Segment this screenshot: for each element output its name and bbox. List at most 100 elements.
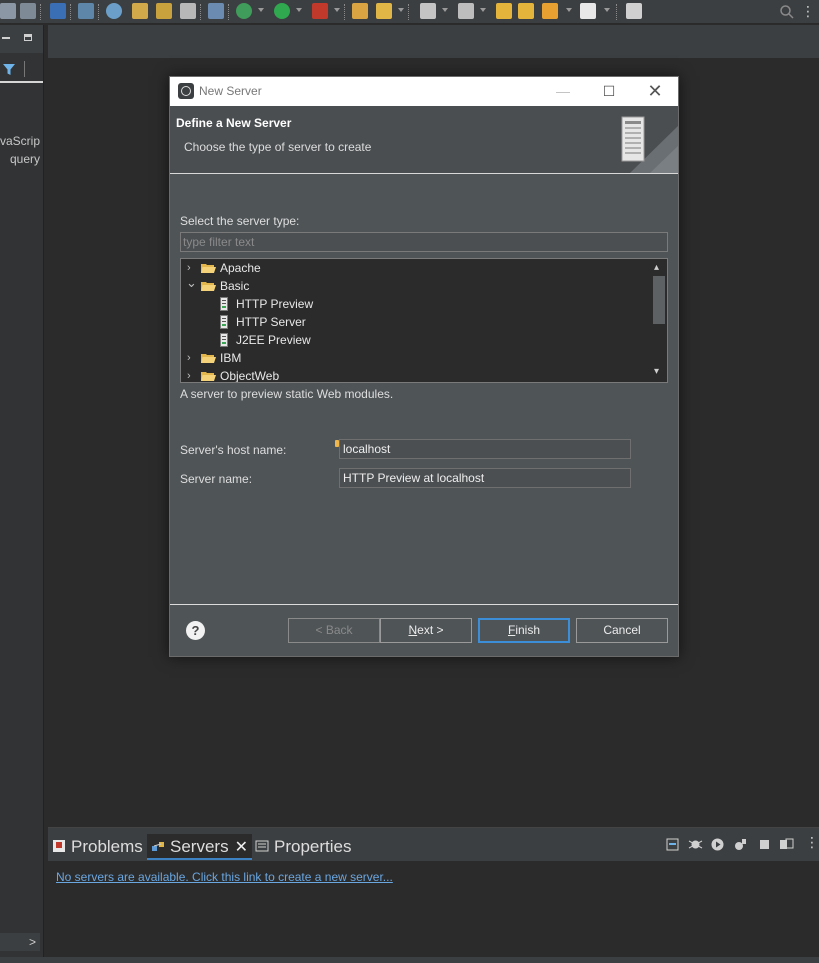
maximize-button[interactable]: ☐ [586, 77, 632, 106]
back-button[interactable]: < Back [288, 618, 380, 643]
help-icon[interactable]: ? [186, 621, 205, 640]
toolbar-separator [344, 4, 346, 20]
run-icon[interactable] [274, 3, 290, 19]
tab-problems[interactable]: Problems [52, 834, 143, 860]
stop-server-icon[interactable] [757, 837, 772, 852]
save-all-icon[interactable] [0, 3, 16, 19]
terminal-icon[interactable] [50, 3, 66, 19]
finish-button[interactable]: Finish [478, 618, 570, 643]
forward-dropdown-icon[interactable] [604, 8, 610, 12]
bottom-view: Problems Servers ✕ Properties ⋮ No server… [48, 827, 819, 957]
back-dropdown-icon[interactable] [566, 8, 572, 12]
annotation-dropdown-icon[interactable] [442, 8, 448, 12]
debug-server-icon[interactable] [688, 837, 703, 852]
pencil-icon[interactable] [376, 3, 392, 19]
external-tools-icon[interactable] [312, 3, 328, 19]
search-icon[interactable] [78, 3, 94, 19]
globe-icon[interactable] [106, 3, 122, 19]
back-arrow-icon[interactable] [542, 3, 558, 19]
tree-item-j2ee-preview[interactable]: J2EE Preview [181, 331, 651, 349]
view-menu-icon[interactable]: ⋮ [805, 834, 819, 850]
tab-properties-label: Properties [274, 837, 352, 856]
server-banner-icon [621, 116, 678, 173]
save-icon[interactable] [20, 3, 36, 19]
eclipse-icon [178, 83, 194, 99]
tree-item-http-server[interactable]: HTTP Server [181, 313, 651, 331]
collapse-all-icon[interactable] [665, 837, 680, 852]
expand-icon[interactable]: › [187, 349, 197, 367]
tree-item-label: IBM [220, 351, 242, 365]
new-file-icon[interactable] [180, 3, 196, 19]
annotation-icon[interactable] [420, 3, 436, 19]
folder-icon [201, 372, 216, 381]
perspective-icon[interactable] [626, 3, 642, 19]
last-edit-icon[interactable] [496, 3, 512, 19]
cancel-button[interactable]: Cancel [576, 618, 668, 643]
run-config-icon[interactable] [208, 3, 224, 19]
create-server-link[interactable]: No servers are available. Click this lin… [56, 870, 393, 884]
forward-arrow-icon[interactable] [580, 3, 596, 19]
expand-icon[interactable]: › [187, 367, 197, 382]
main-toolbar: ⋮ [0, 0, 819, 24]
pencil-dropdown-icon[interactable] [398, 8, 404, 12]
next-annotation-icon[interactable] [458, 3, 474, 19]
collapse-icon[interactable]: ⌄ [186, 274, 197, 292]
toolbar-separator [70, 4, 72, 20]
filter-icon[interactable] [2, 63, 16, 76]
search-icon[interactable] [779, 4, 795, 20]
button-label: ext > [417, 623, 444, 637]
new-server-dialog: New Server — ☐ ✕ Define a New Server Cho… [169, 76, 679, 657]
scrollbar-thumb[interactable] [653, 276, 665, 324]
divider [24, 61, 25, 77]
host-name-field[interactable]: localhost [339, 439, 631, 459]
next-annotation-dropdown-icon[interactable] [480, 8, 486, 12]
publish-icon[interactable] [779, 837, 794, 852]
scroll-up-icon[interactable]: ▴ [654, 262, 659, 273]
toolbar-more-icon[interactable]: ⋮ [801, 3, 815, 19]
minimize-icon[interactable] [2, 37, 10, 39]
scroll-down-icon[interactable]: ▾ [654, 366, 659, 377]
tree-item-label: HTTP Server [236, 315, 306, 329]
problems-icon [53, 840, 65, 852]
tree-item-basic[interactable]: ⌄ Basic [181, 274, 651, 295]
forward-edit-icon[interactable] [518, 3, 534, 19]
next-button[interactable]: Next > [380, 618, 472, 643]
tree-item-objectweb[interactable]: › ObjectWeb [181, 367, 651, 383]
tree-item[interactable]: query [10, 152, 40, 166]
view-tab-bar: Problems Servers ✕ Properties ⋮ [48, 828, 819, 861]
new-class-icon[interactable] [156, 3, 172, 19]
dialog-titlebar[interactable]: New Server — ☐ ✕ [170, 77, 678, 106]
toolbar-separator [408, 4, 410, 20]
wizard-header: Define a New Server Choose the type of s… [170, 106, 678, 174]
debug-dropdown-icon[interactable] [258, 8, 264, 12]
tab-properties[interactable]: Properties [255, 834, 351, 860]
properties-icon [255, 840, 269, 852]
folder-icon [201, 264, 216, 273]
profile-server-icon[interactable] [733, 837, 748, 852]
close-icon[interactable]: ✕ [235, 839, 248, 856]
tree-item-apache[interactable]: › Apache [181, 259, 651, 277]
new-project-icon[interactable] [132, 3, 148, 19]
tab-servers[interactable]: Servers ✕ [147, 834, 252, 860]
maximize-icon[interactable] [24, 34, 32, 41]
tree-item[interactable]: avaScrip [0, 134, 40, 148]
open-folder-icon[interactable] [352, 3, 368, 19]
minimize-button[interactable]: — [540, 77, 586, 106]
start-server-icon[interactable] [710, 837, 725, 852]
toolbar-separator [200, 4, 202, 20]
toolbar-separator [616, 4, 618, 20]
run-dropdown-icon[interactable] [296, 8, 302, 12]
debug-icon[interactable] [236, 3, 252, 19]
close-button[interactable]: ✕ [632, 77, 678, 106]
scroll-right-icon[interactable]: > [0, 933, 40, 951]
server-name-field[interactable]: HTTP Preview at localhost [339, 468, 631, 488]
server-icon [220, 297, 228, 311]
tree-item-label: ObjectWeb [220, 369, 280, 383]
tree-scrollbar[interactable]: ▴ ▾ [651, 259, 667, 382]
filter-input[interactable] [180, 232, 668, 252]
tree-item-ibm[interactable]: › IBM [181, 349, 651, 367]
button-label: inish [515, 623, 541, 637]
external-tools-dropdown-icon[interactable] [334, 8, 340, 12]
tree-item-http-preview[interactable]: HTTP Preview [181, 295, 651, 313]
server-type-tree[interactable]: › Apache ⌄ Basic HTTP Preview HTTP Serve… [180, 258, 668, 383]
